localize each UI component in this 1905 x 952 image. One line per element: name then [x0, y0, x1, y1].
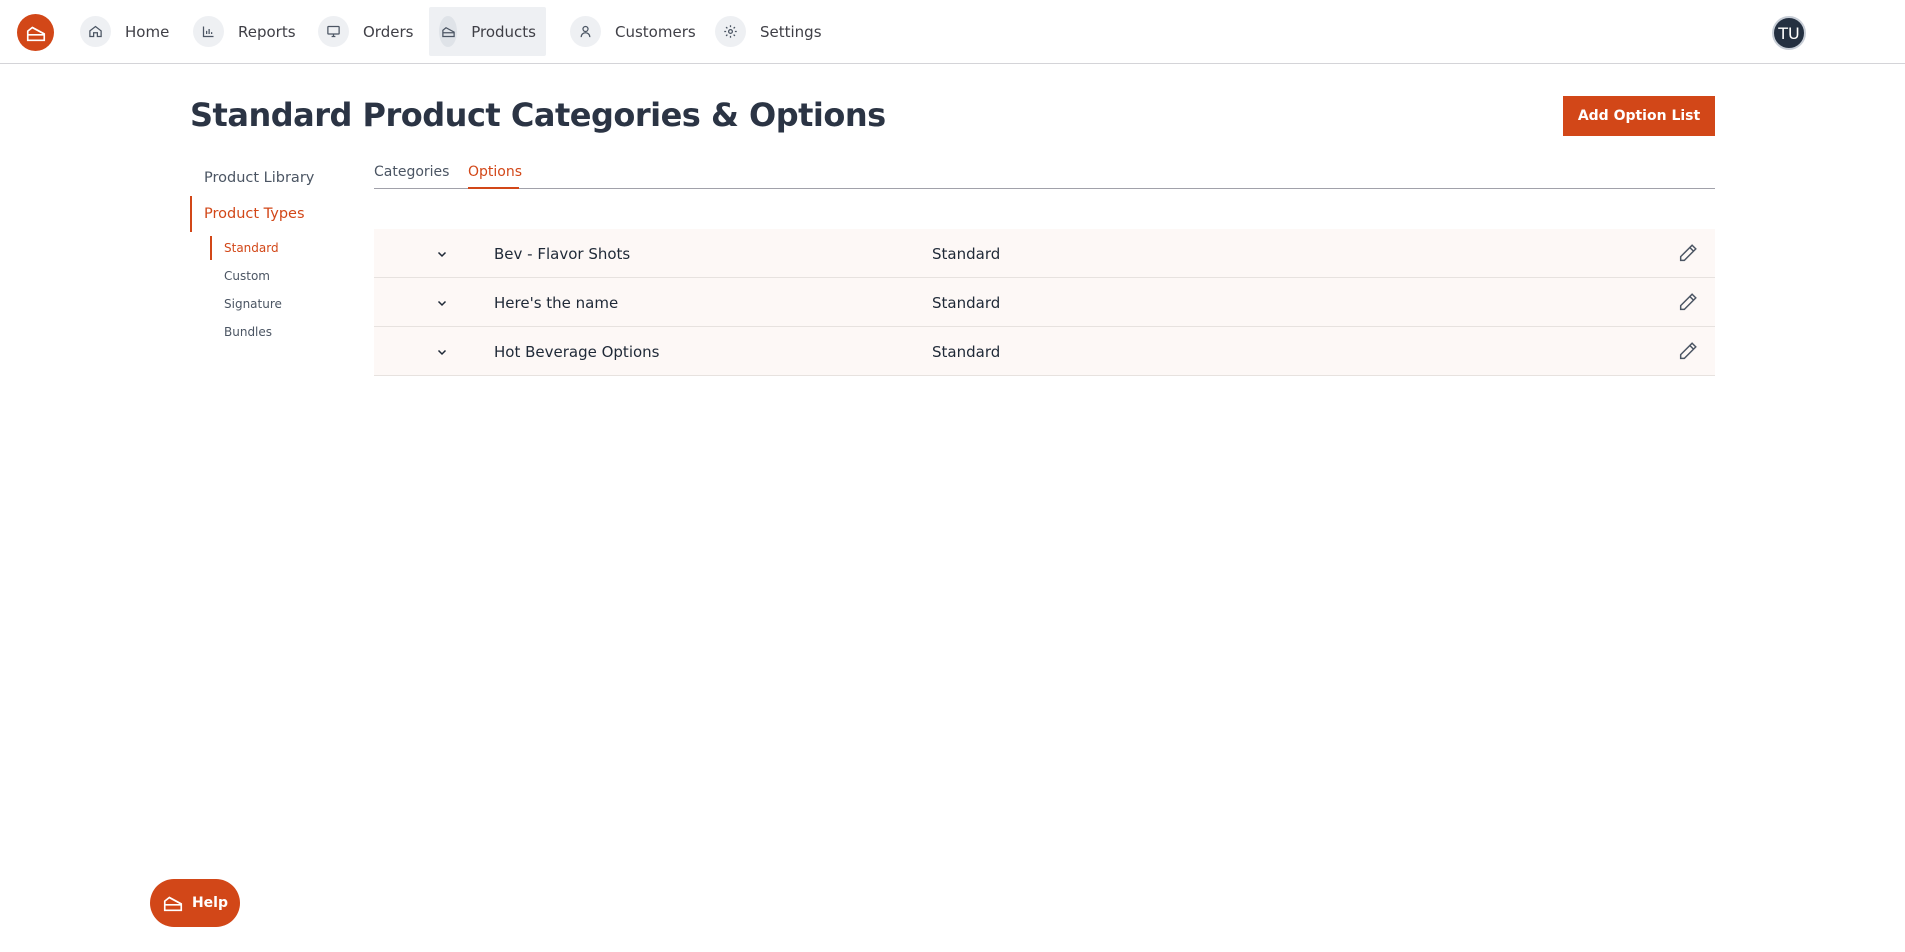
- add-option-list-button[interactable]: Add Option List: [1563, 96, 1715, 136]
- user-icon: [570, 16, 601, 47]
- table-row: Bev - Flavor Shots Standard: [374, 229, 1715, 278]
- chevron-down-icon[interactable]: [434, 295, 450, 311]
- nav-reports-label: Reports: [238, 22, 296, 41]
- sidebar-sub-item-standard[interactable]: Standard: [224, 241, 279, 255]
- top-nav: Home Reports Orders Products Customers S…: [0, 0, 1905, 64]
- nav-settings[interactable]: Settings: [705, 7, 832, 56]
- nav-products-label: Products: [471, 22, 536, 41]
- sidebar-sub-active-indicator: [210, 236, 212, 260]
- edit-pencil-icon[interactable]: [1677, 242, 1699, 264]
- nav-settings-label: Settings: [760, 22, 822, 41]
- option-list-name: Bev - Flavor Shots: [494, 245, 631, 263]
- option-list-name: Here's the name: [494, 294, 619, 312]
- monitor-icon: [318, 16, 349, 47]
- table-row: Here's the name Standard: [374, 278, 1715, 327]
- nav-customers-label: Customers: [615, 22, 696, 41]
- home-icon: [80, 16, 111, 47]
- gear-icon: [715, 16, 746, 47]
- table-row: Hot Beverage Options Standard: [374, 327, 1715, 376]
- option-list-type: Standard: [932, 245, 1001, 263]
- nav-orders-label: Orders: [363, 22, 414, 41]
- help-label: Help: [191, 895, 229, 911]
- edit-pencil-icon[interactable]: [1677, 340, 1699, 362]
- sidebar-item-product-types[interactable]: Product Types: [204, 206, 305, 222]
- nav-home[interactable]: Home: [70, 7, 179, 56]
- tab-active-underline: [468, 187, 519, 189]
- sidebar-sub-item-signature[interactable]: Signature: [224, 297, 282, 311]
- help-button[interactable]: Help: [150, 879, 240, 927]
- chevron-down-icon[interactable]: [434, 246, 450, 262]
- option-list-name: Hot Beverage Options: [494, 343, 660, 361]
- nav-home-label: Home: [125, 22, 170, 41]
- edit-pencil-icon[interactable]: [1677, 291, 1699, 313]
- nav-reports[interactable]: Reports: [183, 7, 306, 56]
- sidebar-item-product-library[interactable]: Product Library: [204, 170, 314, 186]
- sidebar-sub-item-bundles[interactable]: Bundles: [224, 325, 272, 339]
- cake-icon: [163, 896, 183, 912]
- tab-options[interactable]: Options: [468, 164, 522, 180]
- brand-logo[interactable]: [17, 14, 54, 51]
- sidebar-active-indicator: [190, 196, 192, 232]
- cake-icon: [26, 26, 45, 41]
- tab-categories[interactable]: Categories: [374, 164, 449, 180]
- nav-products[interactable]: Products: [429, 7, 546, 56]
- cake-icon: [439, 16, 458, 47]
- page-title: Standard Product Categories & Options: [190, 96, 886, 134]
- chevron-down-icon[interactable]: [434, 344, 450, 360]
- nav-customers[interactable]: Customers: [560, 7, 706, 56]
- sidebar-sub-item-custom[interactable]: Custom: [224, 269, 270, 283]
- option-list-type: Standard: [932, 343, 1001, 361]
- bar-chart-icon: [193, 16, 224, 47]
- user-avatar[interactable]: TU: [1772, 16, 1806, 50]
- tabs-divider: [374, 188, 1715, 189]
- option-list-type: Standard: [932, 294, 1001, 312]
- nav-orders[interactable]: Orders: [308, 7, 423, 56]
